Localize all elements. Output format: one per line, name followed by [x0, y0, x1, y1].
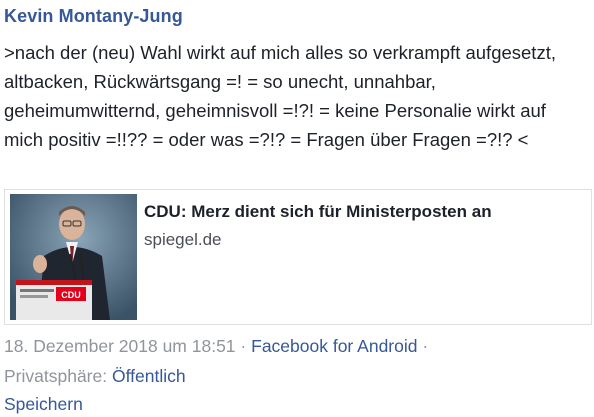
post-timestamp[interactable]: 18. Dezember 2018 um 18:51: [4, 336, 236, 356]
facebook-post: Kevin Montany-Jung >nach der (neu) Wahl …: [0, 0, 594, 417]
cdu-logo-text: CDU: [61, 290, 81, 300]
save-button[interactable]: Speichern: [4, 394, 83, 415]
post-text: >nach der (neu) Wahl wirkt auf mich alle…: [4, 42, 556, 150]
privacy-row: Privatsphäre: Öffentlich: [4, 366, 186, 387]
privacy-value-link[interactable]: Öffentlich: [112, 366, 186, 386]
link-preview-card[interactable]: CDU CDU: Merz dient sich für Ministerpos…: [4, 189, 592, 325]
meta-separator-trailing: ·: [422, 336, 429, 356]
post-meta: 18. Dezember 2018 um 18:51 · Facebook fo…: [4, 336, 428, 357]
link-domain: spiegel.de: [144, 230, 222, 249]
meta-separator: ·: [240, 336, 247, 356]
author-name[interactable]: Kevin Montany-Jung: [4, 6, 183, 27]
link-thumbnail: CDU: [10, 194, 137, 320]
link-title[interactable]: CDU: Merz dient sich für Ministerposten …: [144, 202, 492, 222]
privacy-label: Privatsphäre:: [4, 366, 108, 386]
post-source-link[interactable]: Facebook for Android: [251, 336, 417, 356]
